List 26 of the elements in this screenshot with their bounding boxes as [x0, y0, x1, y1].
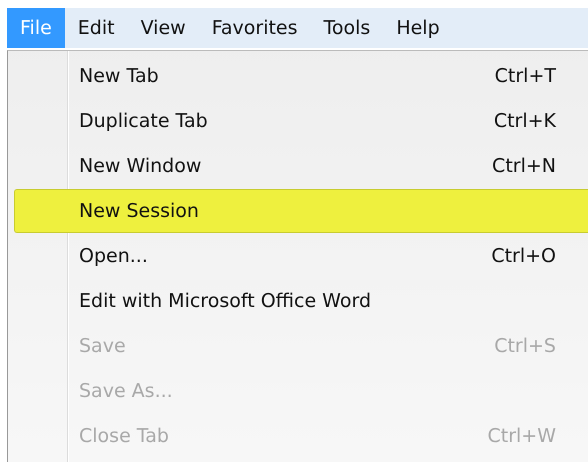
shortcut-text: Ctrl+N [492, 155, 556, 177]
menu-bar-item[interactable]: Edit [64, 8, 128, 48]
menu-bar-item[interactable]: Favorites [198, 8, 311, 48]
shortcut-text: Ctrl+T [494, 65, 556, 87]
menu-item-label: Save As... [79, 380, 173, 402]
menu-item[interactable]: Duplicate Tab Ctrl+K [14, 99, 588, 143]
menu-item[interactable]: New Session [14, 189, 588, 233]
menu-item[interactable]: New Tab Ctrl+T [14, 54, 588, 98]
menu-item-label: Close Tab [79, 425, 169, 447]
menu-bar-item[interactable]: Help [383, 8, 453, 48]
menu-item-label: New Window [79, 155, 202, 177]
shortcut-text: Ctrl+O [491, 245, 556, 267]
menu-item-label: Duplicate Tab [79, 110, 208, 132]
menu-bar-item[interactable]: View [128, 8, 199, 48]
menu-item-label: New Session [79, 200, 199, 222]
menu-item-label: Open... [79, 245, 148, 267]
shortcut-text: Ctrl+W [487, 425, 556, 447]
menu-item-label: New Tab [79, 65, 159, 87]
menu-item-label: Save [79, 335, 126, 357]
menu-item[interactable]: Open... Ctrl+O [14, 234, 588, 278]
menu-item-label: Edit with Microsoft Office Word [79, 290, 372, 312]
menu-bar-item[interactable]: Tools [310, 8, 384, 48]
menu-item[interactable]: New Window Ctrl+N [14, 144, 588, 188]
shortcut-text: Ctrl+K [494, 110, 556, 132]
menu-item[interactable]: Edit with Microsoft Office Word [14, 279, 588, 323]
shortcut-text: Ctrl+S [494, 335, 556, 357]
